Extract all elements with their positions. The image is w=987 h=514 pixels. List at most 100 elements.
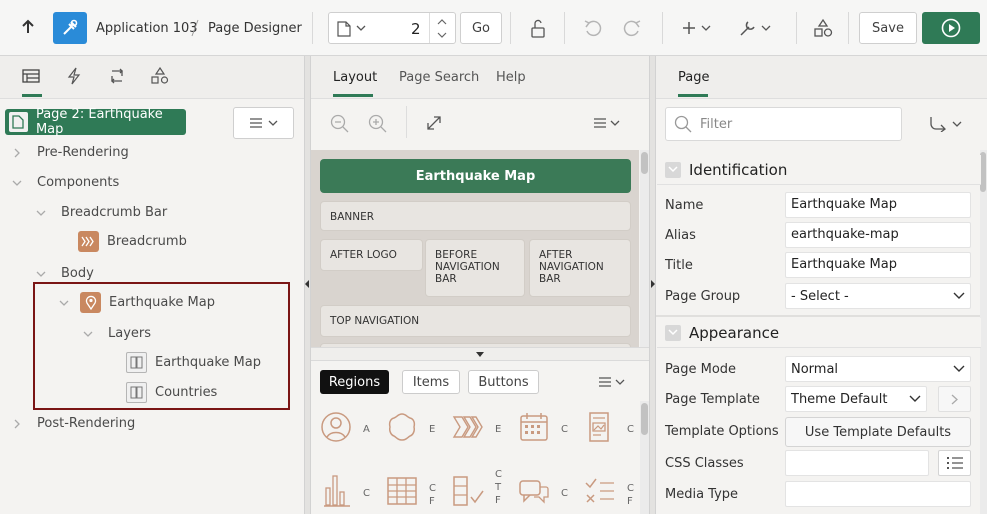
- dynamic-actions-tab-icon[interactable]: [67, 67, 81, 85]
- tab-page[interactable]: Page: [678, 70, 709, 85]
- property-scrollbar-track[interactable]: [980, 150, 987, 514]
- section-appearance[interactable]: Appearance: [657, 318, 981, 348]
- layout-menu-button[interactable]: [593, 117, 623, 129]
- zoom-in-icon[interactable]: [368, 114, 388, 134]
- use-template-defaults-button[interactable]: Use Template Defaults: [785, 417, 971, 447]
- canvas-scrollbar-thumb[interactable]: [641, 152, 648, 174]
- redo-icon[interactable]: [622, 19, 642, 37]
- canvas-scrollbar-track[interactable]: [640, 150, 649, 347]
- chevron-down-icon: [356, 25, 366, 32]
- go-button[interactable]: Go: [460, 12, 502, 44]
- gallery-label: C: [561, 488, 568, 499]
- title-field[interactable]: Earthquake Map: [785, 252, 971, 278]
- calendar-region-icon[interactable]: [518, 411, 550, 443]
- collapse-left-icon[interactable]: [304, 280, 310, 288]
- expand-icon[interactable]: [425, 114, 443, 132]
- tree-node-post-rendering[interactable]: Post-Rendering: [11, 416, 135, 431]
- collapse-gallery-icon[interactable]: [476, 352, 484, 357]
- media-type-field[interactable]: [785, 481, 971, 507]
- create-menu-button[interactable]: [682, 20, 714, 36]
- avatar-region-icon[interactable]: [320, 411, 352, 443]
- tab-page-search[interactable]: Page Search: [399, 70, 479, 85]
- tree-node-label: Layers: [108, 326, 152, 341]
- go-to-group-menu[interactable]: [929, 116, 965, 132]
- page-mode-select[interactable]: Normal: [785, 356, 971, 382]
- css-classes-picker-button[interactable]: [938, 450, 971, 476]
- alias-label: Alias: [665, 228, 696, 243]
- content-row-icon[interactable]: [584, 475, 616, 507]
- page-template-select[interactable]: Theme Default: [785, 386, 927, 412]
- go-to-template-button[interactable]: [938, 386, 971, 412]
- chevron-down-icon: [665, 324, 681, 341]
- unlock-icon[interactable]: [529, 19, 547, 39]
- gallery-tab-buttons[interactable]: Buttons: [468, 370, 539, 394]
- section-identification[interactable]: Identification: [657, 155, 981, 185]
- utilities-menu-button[interactable]: [738, 18, 774, 38]
- processing-tab-icon[interactable]: [108, 67, 126, 85]
- page-node-badge[interactable]: Page 2: Earthquake Map: [5, 107, 186, 137]
- name-label: Name: [665, 198, 704, 213]
- badge-region-icon[interactable]: [386, 411, 418, 443]
- breadcrumb-application[interactable]: Application 103: [96, 21, 198, 36]
- classic-report-icon[interactable]: [386, 475, 418, 507]
- gallery-tab-regions[interactable]: Regions: [320, 370, 389, 394]
- tab-layout[interactable]: Layout: [333, 70, 377, 85]
- css-classes-label: CSS Classes: [665, 456, 744, 471]
- breadcrumb-region-icon[interactable]: [452, 411, 484, 443]
- spinner-up-icon[interactable]: [437, 18, 447, 25]
- slot-after-navigation-bar[interactable]: AFTER NAVIGATION BAR: [529, 239, 631, 297]
- slot-before-navigation-bar[interactable]: BEFORE NAVIGATION BAR: [425, 239, 525, 297]
- zoom-out-icon[interactable]: [330, 114, 350, 134]
- filter-input[interactable]: Filter: [665, 107, 902, 141]
- save-button[interactable]: Save: [859, 12, 917, 44]
- page-group-value: - Select -: [791, 288, 849, 304]
- tree-node-pre-rendering[interactable]: Pre-Rendering: [11, 145, 129, 160]
- tree-node-label: Pre-Rendering: [37, 145, 129, 160]
- slot-banner[interactable]: BANNER: [320, 201, 631, 231]
- card-region-icon[interactable]: [584, 411, 616, 443]
- tree-node-layer-earthquake-map[interactable]: Earthquake Map: [126, 352, 261, 373]
- divider: [796, 12, 797, 44]
- comments-region-icon[interactable]: [518, 475, 550, 507]
- slot-top-navigation[interactable]: TOP NAVIGATION: [320, 305, 631, 337]
- checkbox-list-icon[interactable]: [452, 475, 486, 507]
- chart-region-icon[interactable]: [320, 470, 352, 508]
- page-selector[interactable]: 2: [328, 12, 456, 44]
- go-to-group-icon: [930, 117, 962, 132]
- shared-components-tab-icon[interactable]: [151, 67, 169, 85]
- run-button[interactable]: [922, 12, 980, 44]
- breadcrumb-region-icon: [78, 231, 99, 252]
- app-builder-icon[interactable]: [53, 12, 87, 44]
- tab-help[interactable]: Help: [496, 70, 526, 85]
- gallery-label: C: [627, 424, 634, 435]
- gallery-label: C: [363, 488, 370, 499]
- gallery-menu-button[interactable]: [598, 376, 628, 388]
- name-field[interactable]: Earthquake Map: [785, 192, 971, 218]
- up-arrow-icon[interactable]: [20, 19, 36, 35]
- gallery-scrollbar-track[interactable]: [640, 401, 649, 514]
- gallery-scrollbar-thumb[interactable]: [641, 403, 648, 435]
- tree-node-breadcrumb[interactable]: Breadcrumb: [78, 231, 187, 252]
- undo-icon[interactable]: [583, 19, 603, 37]
- rendering-tab-icon[interactable]: [22, 69, 40, 83]
- tree-node-layer-countries[interactable]: Countries: [126, 382, 217, 403]
- tree-node-layers[interactable]: Layers: [82, 326, 151, 341]
- tree-node-body[interactable]: Body: [35, 266, 94, 281]
- tree-node-breadcrumb-bar[interactable]: Breadcrumb Bar: [35, 205, 167, 220]
- page-template-label: Page Template: [665, 392, 760, 407]
- page-number-input[interactable]: 2: [411, 20, 421, 38]
- slot-after-logo[interactable]: AFTER LOGO: [320, 239, 423, 271]
- page-title-bar[interactable]: Earthquake Map: [320, 159, 631, 193]
- page-group-select[interactable]: - Select -: [785, 283, 971, 309]
- tree-menu-button[interactable]: [233, 107, 294, 139]
- alias-field[interactable]: earthquake-map: [785, 222, 971, 248]
- tree-node-label: Breadcrumb Bar: [61, 205, 168, 220]
- gallery-label: E: [495, 424, 502, 435]
- tree-node-components[interactable]: Components: [11, 175, 119, 190]
- gallery-tab-items[interactable]: Items: [402, 370, 460, 394]
- spinner-down-icon[interactable]: [437, 32, 447, 39]
- chevron-down-icon: [36, 271, 46, 277]
- shared-components-icon[interactable]: [813, 18, 833, 38]
- css-classes-field[interactable]: [785, 450, 929, 476]
- tree-node-earthquake-map-region[interactable]: Earthquake Map: [58, 292, 215, 313]
